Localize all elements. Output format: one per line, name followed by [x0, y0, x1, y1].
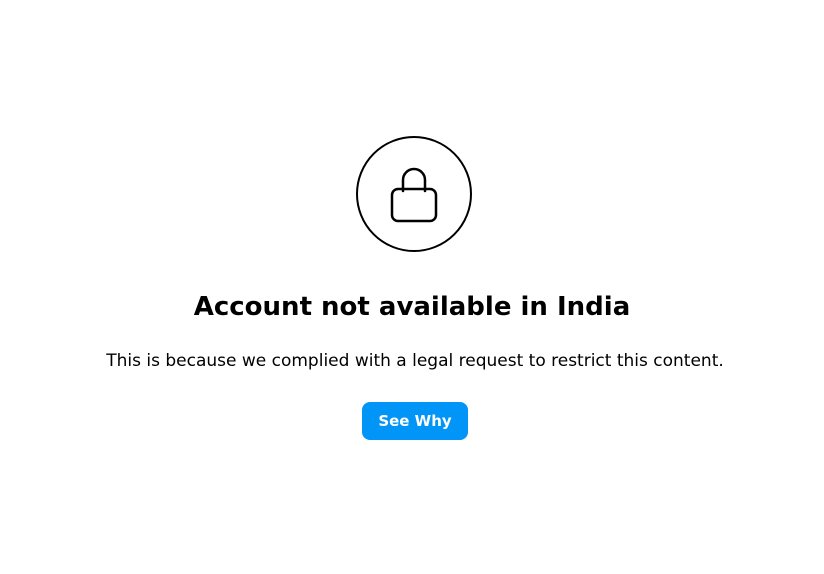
page-title: Account not available in India — [193, 292, 631, 322]
restricted-account-page: Account not available in India This is b… — [0, 0, 824, 574]
lock-icon — [390, 167, 438, 223]
lock-badge — [356, 136, 472, 252]
restriction-message: This is because we complied with a legal… — [106, 351, 724, 371]
see-why-button[interactable]: See Why — [362, 402, 468, 440]
